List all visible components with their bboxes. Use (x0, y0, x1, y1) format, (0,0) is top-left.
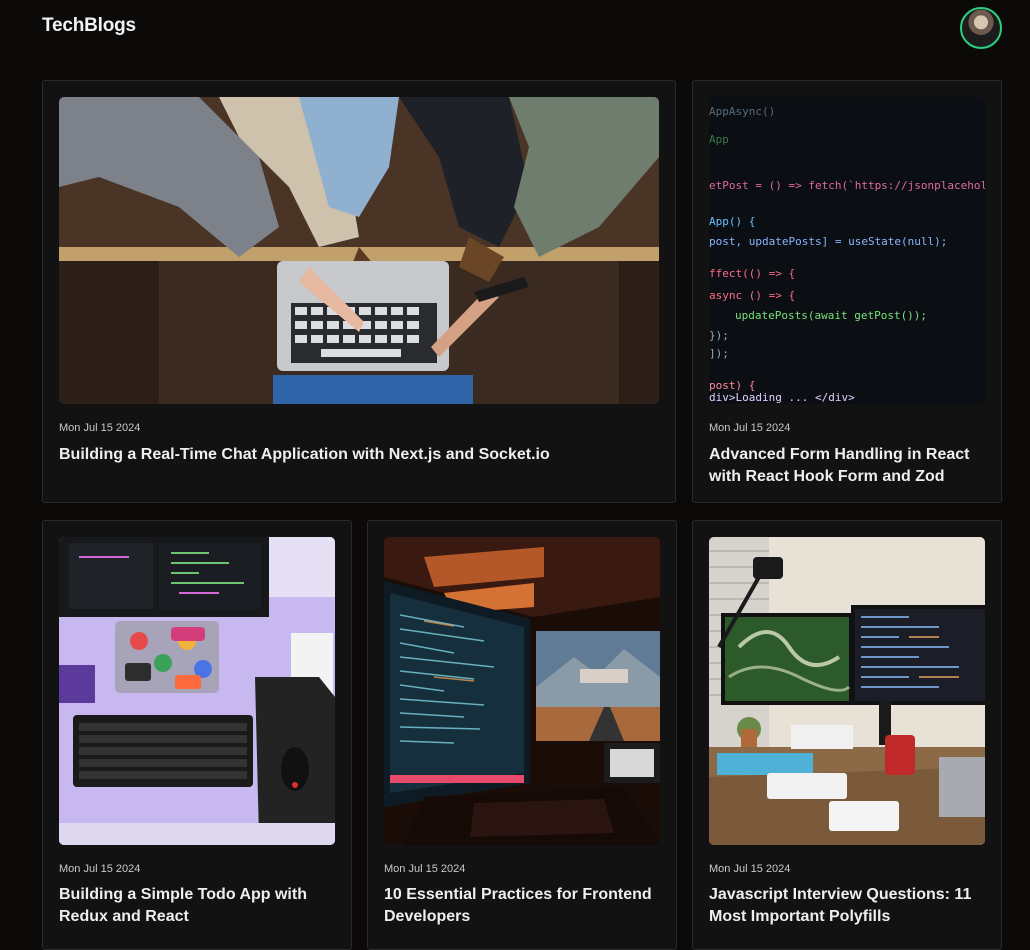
post-card[interactable]: Mon Jul 15 2024 Building a Simple Todo A… (42, 520, 352, 950)
post-thumbnail[interactable] (709, 537, 985, 845)
post-thumbnail[interactable] (384, 537, 660, 845)
code-line: App() { (709, 215, 755, 228)
post-title[interactable]: Advanced Form Handling in React with Rea… (709, 444, 985, 488)
top-header: TechBlogs (0, 0, 1030, 56)
post-thumbnail[interactable] (59, 537, 335, 845)
post-title[interactable]: Building a Simple Todo App with Redux an… (59, 884, 335, 928)
code-line: ]); (709, 347, 729, 360)
post-date: Mon Jul 15 2024 (709, 863, 791, 875)
post-card[interactable]: Mon Jul 15 2024 10 Essential Practices f… (367, 520, 677, 950)
code-line: AppAsync() (709, 105, 775, 118)
post-title[interactable]: 10 Essential Practices for Frontend Deve… (384, 884, 660, 928)
post-date: Mon Jul 15 2024 (709, 422, 791, 434)
code-line: updatePosts(await getPost()); (735, 309, 927, 322)
code-line: ffect(() => { (709, 267, 795, 280)
post-thumbnail[interactable]: AppAsync() App etPost = () => fetch(`https… (709, 97, 985, 404)
post-thumbnail[interactable] (59, 97, 659, 404)
code-line: }); (709, 329, 729, 342)
code-line: post, updatePosts] = useState(null); (709, 235, 947, 248)
user-avatar[interactable] (960, 7, 1002, 49)
code-line: div>Loading ... </div> (709, 391, 855, 404)
post-date: Mon Jul 15 2024 (59, 863, 141, 875)
post-card[interactable]: Mon Jul 15 2024 Javascript Interview Que… (692, 520, 1002, 950)
code-line: async () => { (709, 289, 795, 302)
post-title[interactable]: Javascript Interview Questions: 11 Most … (709, 884, 985, 928)
brand-logo[interactable]: TechBlogs (42, 15, 136, 37)
code-line: etPost = () => fetch(`https://jsonplaceh… (709, 179, 985, 192)
post-date: Mon Jul 15 2024 (59, 422, 141, 434)
post-card[interactable]: AppAsync() App etPost = () => fetch(`https… (692, 80, 1002, 503)
post-date: Mon Jul 15 2024 (384, 863, 466, 875)
post-title[interactable]: Building a Real-Time Chat Application wi… (59, 444, 659, 466)
code-line: App (709, 133, 729, 146)
post-card[interactable]: Mon Jul 15 2024 Building a Real-Time Cha… (42, 80, 676, 503)
